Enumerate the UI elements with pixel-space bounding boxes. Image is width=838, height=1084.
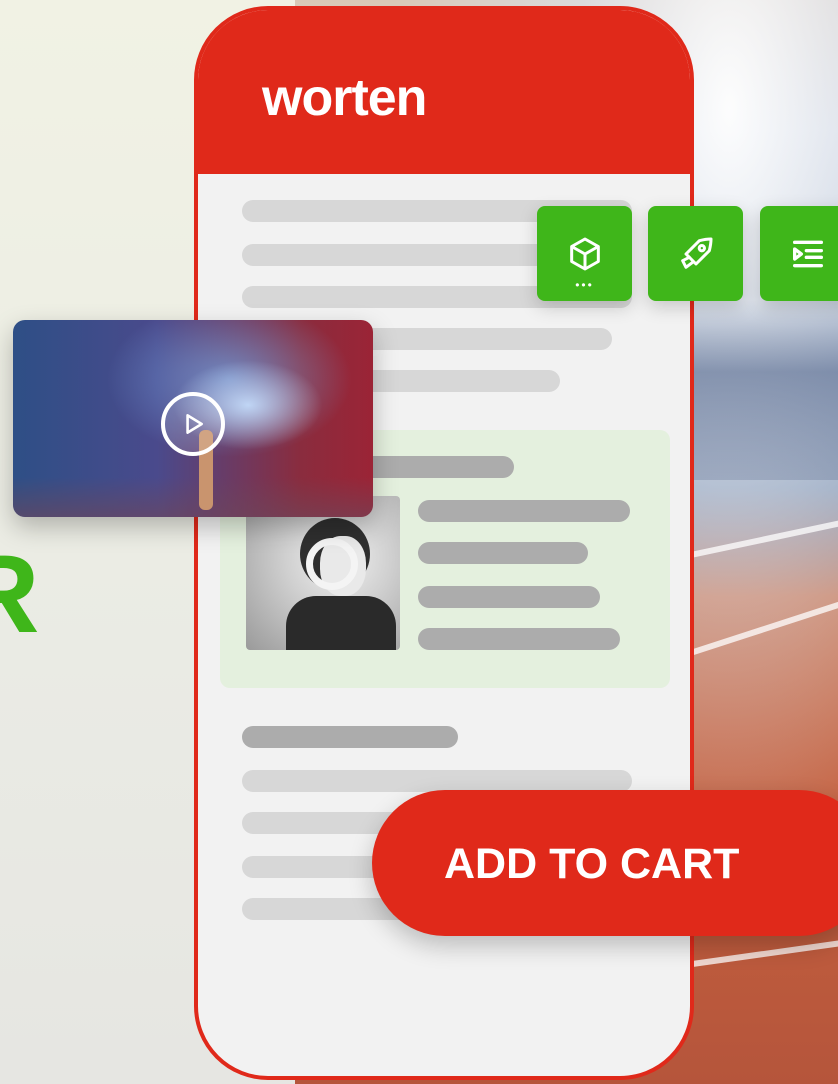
phone-header: worten [198, 10, 690, 174]
product-image [246, 496, 400, 650]
image-figure [286, 596, 396, 650]
skeleton-line [418, 586, 600, 608]
skeleton-line [242, 770, 632, 792]
skeleton-line [418, 542, 588, 564]
add-to-cart-button[interactable]: ADD TO CART [372, 790, 838, 936]
headline-fragment: R [0, 540, 39, 650]
worten-logo: worten [262, 69, 427, 127]
stage-floor [13, 477, 373, 517]
headphones-shape [306, 538, 358, 590]
play-circle-icon[interactable] [161, 392, 225, 456]
skeleton-line [418, 628, 620, 650]
text-indent-icon[interactable] [760, 206, 838, 301]
skeleton-line [418, 500, 630, 522]
video-thumbnail[interactable] [13, 320, 373, 517]
more-dots: ••• [575, 278, 594, 292]
3d-box-icon[interactable]: ••• [537, 206, 632, 301]
skeleton-line [242, 726, 458, 748]
rocket-icon[interactable] [648, 206, 743, 301]
